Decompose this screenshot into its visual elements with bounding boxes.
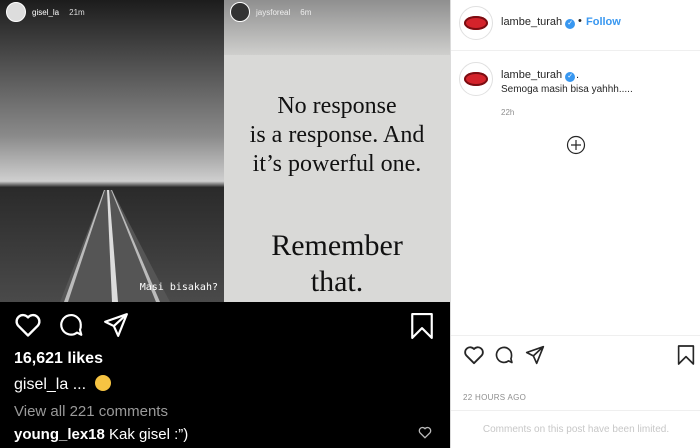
likes-count[interactable]: 16,621 likes	[14, 350, 103, 368]
comment-icon[interactable]	[494, 345, 514, 365]
comment-row: young_lex18 Kak gisel :”)	[14, 426, 188, 443]
heart-icon[interactable]	[463, 345, 485, 365]
comment-text: Kak gisel :”)	[104, 426, 189, 443]
quote-text-large: Remember that.	[224, 228, 450, 300]
post-date: 22 HOURS AGO	[463, 393, 527, 402]
share-icon[interactable]	[103, 312, 129, 338]
comment-time: 22h	[501, 108, 515, 117]
divider	[451, 335, 700, 336]
quote-line: No response	[277, 93, 397, 119]
story-time: 6m	[300, 7, 312, 17]
header-username[interactable]: lambe_turah ✓	[501, 16, 576, 29]
comments-limited-notice: Comments on this post have been limited.	[482, 424, 670, 435]
post-detail-panel: lambe_turah ✓ • Follow lambe_turah ✓ . Sem…	[450, 0, 700, 448]
story-jays[interactable]: jaysforeal 6m No response is a response.…	[224, 0, 450, 302]
separator-dot: •	[578, 15, 582, 27]
quote-line: that.	[310, 265, 364, 298]
story-time: 21m	[69, 7, 85, 17]
stories-and-post-panel: gisel_la 21m Masi bisakah? jaysforeal 6m…	[0, 0, 450, 448]
comment-like-heart-icon[interactable]	[418, 426, 432, 439]
divider	[451, 50, 700, 51]
bookmark-icon[interactable]	[410, 313, 434, 339]
caption-text: ...	[68, 376, 91, 393]
plus-circle-icon[interactable]	[566, 135, 586, 155]
story-caption: Masi bisakah?	[139, 282, 218, 293]
view-all-comments-link[interactable]: View all 221 comments	[14, 403, 168, 420]
avatar[interactable]	[230, 2, 250, 22]
quote-line: it’s powerful one.	[252, 151, 422, 177]
divider	[451, 410, 700, 411]
quote-line: is a response. And	[249, 122, 425, 148]
comment-username[interactable]: young_lex18	[14, 426, 105, 443]
avatar[interactable]	[459, 6, 493, 40]
caption-username[interactable]: gisel_la	[14, 376, 68, 393]
comment-icon[interactable]	[58, 312, 84, 338]
quote-line: Remember	[271, 229, 403, 262]
story-username[interactable]: gisel_la	[32, 8, 59, 17]
avatar[interactable]	[6, 2, 26, 22]
bookmark-icon[interactable]	[677, 345, 695, 365]
story-header: jaysforeal 6m	[230, 2, 311, 22]
follow-button[interactable]: Follow	[586, 16, 621, 28]
story-username[interactable]: jaysforeal	[256, 8, 290, 17]
story-gisel[interactable]: gisel_la 21m Masi bisakah?	[0, 0, 224, 302]
story-header: gisel_la 21m	[6, 2, 85, 22]
share-icon[interactable]	[525, 345, 545, 365]
comment-period: .	[576, 69, 580, 81]
post-caption: gisel_la ...	[14, 375, 111, 394]
relieved-emoji-icon	[94, 375, 111, 391]
quote-text: No response is a response. And it’s powe…	[224, 92, 450, 179]
avatar[interactable]	[459, 62, 493, 96]
verified-badge-icon: ✓	[565, 19, 576, 29]
comment-username[interactable]: lambe_turah ✓	[501, 69, 576, 82]
comment-text: Semoga masih bisa yahhh.....	[501, 84, 633, 95]
verified-badge-icon: ✓	[565, 72, 576, 82]
heart-icon[interactable]	[14, 312, 42, 338]
